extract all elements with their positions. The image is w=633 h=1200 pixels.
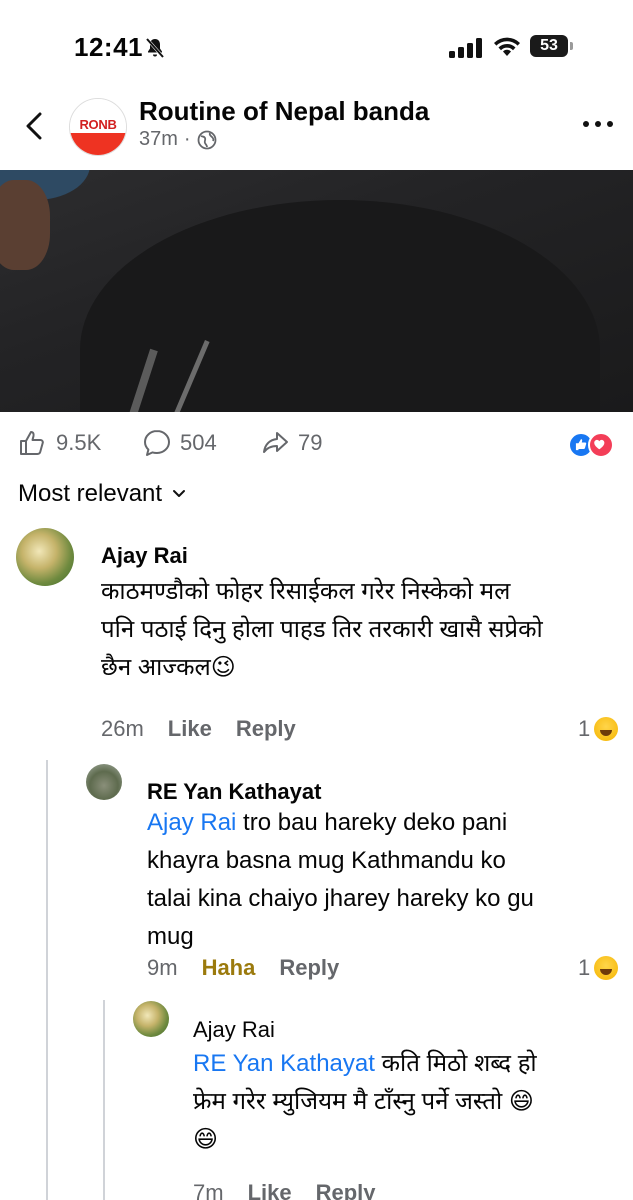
comment-actions: 7m Like Reply [193, 1180, 376, 1200]
comment-line: 😄 [193, 1126, 219, 1153]
signal-icon [449, 38, 482, 58]
comment-line-rest: tro bau hareky deko pani [236, 809, 508, 836]
comment-line: mug [147, 923, 194, 950]
comment-time: 9m [147, 955, 178, 980]
comment-actions: 9m Haha Reply [147, 955, 339, 981]
share-arrow-icon [263, 432, 288, 453]
comment-reaction-count[interactable]: 1 [578, 716, 619, 742]
back-arrow-icon[interactable] [20, 108, 50, 144]
image-shoulder [80, 200, 600, 412]
comment-line: Ajay Rai tro bau hareky deko pani [147, 804, 534, 842]
comment-sort-dropdown[interactable]: Most relevant [18, 480, 186, 508]
thumbs-up-icon [20, 431, 44, 455]
comment-text: RE Yan Kathayat कति मिठो शब्द हो फ्रेम ग… [193, 1045, 537, 1159]
more-options-icon[interactable] [580, 116, 616, 132]
comment-button[interactable]: 504 [142, 428, 217, 458]
sort-label: Most relevant [18, 480, 163, 507]
like-link[interactable]: Like [248, 1180, 292, 1200]
comment-line: talai kina chaiyo jharey hareky ko gu [147, 885, 534, 912]
comment-line: काठमण्डौको फोहर रिसाईकल गरेर निस्केको मल [101, 578, 511, 605]
share-count: 79 [298, 430, 323, 455]
commenter-name[interactable]: Ajay Rai [101, 543, 188, 569]
chevron-down-icon [173, 490, 186, 497]
comment-line: छैन आज्कल😉 [101, 654, 236, 681]
post-header: RONB Routine of Nepal banda 37m · [0, 90, 633, 162]
wifi-icon [494, 37, 520, 56]
silent-bell-icon [145, 38, 165, 58]
avatar-logo-text: RONB [79, 117, 117, 132]
page-avatar[interactable]: RONB [69, 98, 127, 156]
reply-thread-line-2 [103, 1000, 105, 1200]
like-count: 9.5K [56, 430, 102, 455]
battery-icon: 53 [530, 35, 574, 57]
comment-time: 7m [193, 1180, 224, 1200]
reply-link[interactable]: Reply [279, 955, 339, 981]
reply-link[interactable]: Reply [316, 1180, 376, 1200]
status-bar: 12:41 53 [0, 0, 633, 90]
commenter-avatar[interactable] [86, 764, 122, 800]
avatar-bottom [70, 133, 126, 155]
battery-nub [570, 42, 573, 50]
commenter-avatar[interactable] [133, 1001, 169, 1037]
comment-time: 26m [101, 716, 144, 741]
engagement-bar: 9.5K 504 79 [0, 422, 633, 468]
mention-link[interactable]: Ajay Rai [147, 809, 236, 836]
commenter-avatar[interactable] [16, 528, 74, 586]
post-time: 37m [139, 128, 178, 150]
comment-line: फ्रेम गरेर म्युजियम मै टाँस्नु पर्ने जस्… [193, 1088, 534, 1115]
comment-bubble-icon [144, 430, 170, 456]
status-time: 12:41 [74, 32, 143, 62]
like-button[interactable]: 9.5K [18, 428, 101, 458]
comment-actions: 26m Like Reply [101, 716, 296, 742]
page-title[interactable]: Routine of Nepal banda [139, 96, 429, 127]
comment-reaction-count[interactable]: 1 [578, 955, 619, 981]
share-button[interactable]: 79 [260, 428, 322, 458]
battery-level: 53 [530, 35, 568, 57]
globe-icon [197, 130, 216, 149]
commenter-name[interactable]: Ajay Rai [193, 1017, 275, 1043]
comment-text: काठमण्डौको फोहर रिसाईकल गरेर निस्केको मल… [101, 573, 543, 687]
haha-reaction-link[interactable]: Haha [202, 955, 256, 981]
reaction-summary[interactable] [568, 432, 618, 458]
reaction-count: 1 [578, 716, 591, 741]
love-reaction-icon [588, 432, 614, 458]
haha-emoji-icon [594, 717, 619, 741]
haha-emoji-icon [594, 956, 619, 980]
reply-thread-line [46, 760, 48, 1200]
comment-line-rest: कति मिठो शब्द हो [374, 1050, 537, 1077]
meta-separator: · [183, 128, 191, 150]
comment-text: Ajay Rai tro bau hareky deko pani khayra… [147, 804, 534, 956]
post-image[interactable] [0, 170, 633, 412]
like-link[interactable]: Like [168, 716, 212, 742]
image-face [0, 180, 50, 270]
reaction-count: 1 [578, 955, 591, 980]
mention-link[interactable]: RE Yan Kathayat [193, 1050, 375, 1077]
commenter-name[interactable]: RE Yan Kathayat [147, 779, 321, 805]
comment-line: RE Yan Kathayat कति मिठो शब्द हो [193, 1045, 537, 1083]
comment-line: khayra basna mug Kathmandu ko [147, 847, 506, 874]
comment-count: 504 [180, 430, 217, 455]
comment-line: पनि पठाई दिनु होला पाहड तिर तरकारी खासै … [101, 616, 543, 643]
reply-link[interactable]: Reply [236, 716, 296, 742]
post-meta: 37m · [139, 128, 217, 151]
